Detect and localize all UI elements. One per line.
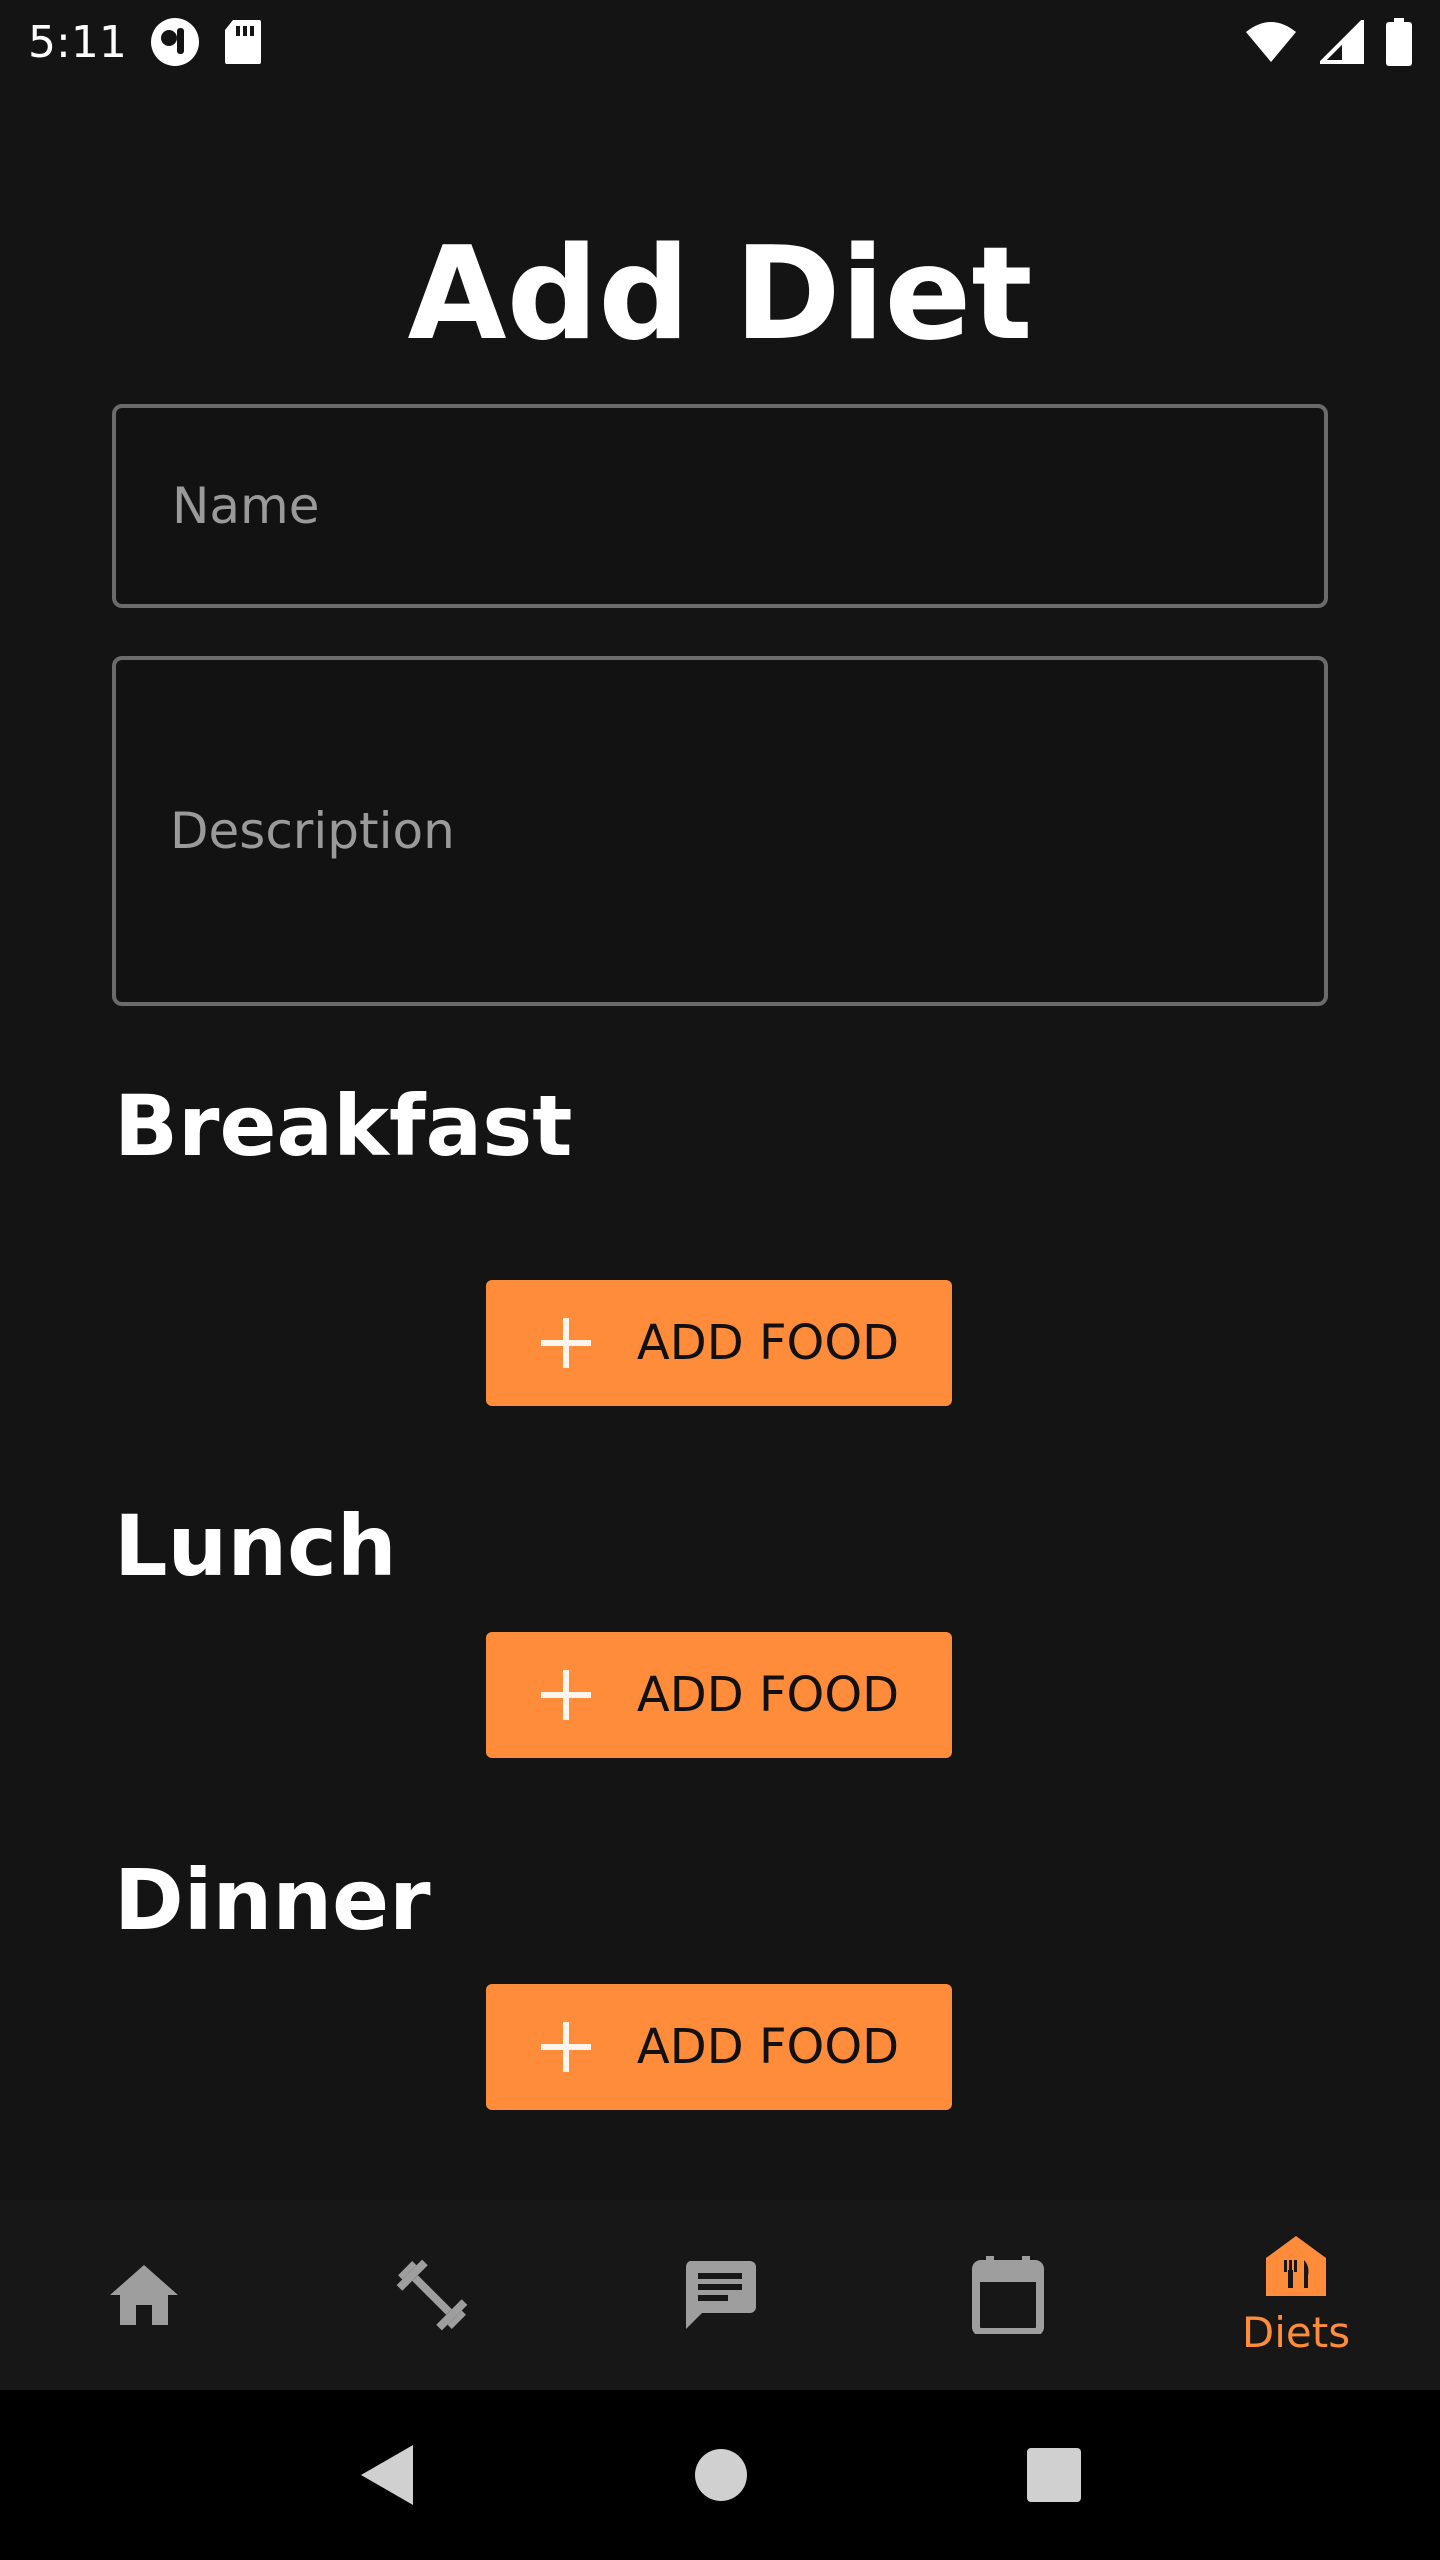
- plus-icon: [539, 1316, 593, 1370]
- home-circle-icon[interactable]: [693, 2447, 749, 2503]
- diet-restaurant-icon: [1264, 2234, 1328, 2298]
- home-icon: [108, 2263, 180, 2327]
- battery-icon: [1386, 18, 1412, 66]
- add-food-dinner-button[interactable]: ADD FOOD: [486, 1984, 952, 2110]
- page-title: Add Diet: [407, 220, 1033, 369]
- status-time: 5:11: [28, 16, 127, 68]
- breakfast-heading: Breakfast: [114, 1077, 573, 1175]
- nav-label-diets: Diets: [1241, 2307, 1351, 2357]
- nav-item-diets[interactable]: Diets: [1196, 2210, 1396, 2380]
- app-notification-icon: [149, 16, 201, 68]
- nav-item-workouts[interactable]: [332, 2210, 532, 2380]
- description-field[interactable]: [112, 656, 1328, 1006]
- lunch-heading: Lunch: [114, 1497, 397, 1595]
- add-food-label: ADD FOOD: [636, 1315, 900, 1371]
- nav-item-home[interactable]: [44, 2210, 244, 2380]
- plus-icon: [539, 1668, 593, 1722]
- chat-icon: [682, 2257, 758, 2333]
- cell-signal-icon: [1320, 20, 1364, 64]
- recents-square-icon[interactable]: [1027, 2448, 1081, 2502]
- wifi-icon: [1244, 20, 1298, 64]
- name-input[interactable]: [170, 476, 1324, 536]
- back-icon[interactable]: [359, 2443, 415, 2507]
- add-food-label: ADD FOOD: [636, 2019, 900, 2075]
- status-left: 5:11: [28, 16, 263, 68]
- dumbbell-icon: [394, 2257, 470, 2333]
- bottom-nav: Diets: [0, 2200, 1440, 2390]
- sd-card-icon: [223, 18, 263, 66]
- name-field[interactable]: [112, 404, 1328, 608]
- status-right: [1244, 18, 1412, 66]
- system-nav-bar: [0, 2390, 1440, 2560]
- plus-icon: [539, 2020, 593, 2074]
- add-food-lunch-button[interactable]: ADD FOOD: [486, 1632, 952, 1758]
- nav-item-calendar[interactable]: [908, 2210, 1108, 2380]
- add-food-label: ADD FOOD: [636, 1667, 900, 1723]
- calendar-icon: [972, 2256, 1044, 2334]
- dinner-heading: Dinner: [114, 1851, 431, 1949]
- description-input[interactable]: [170, 796, 1324, 866]
- add-food-breakfast-button[interactable]: ADD FOOD: [486, 1280, 952, 1406]
- nav-item-chat[interactable]: [620, 2210, 820, 2380]
- status-bar: 5:11: [0, 0, 1440, 84]
